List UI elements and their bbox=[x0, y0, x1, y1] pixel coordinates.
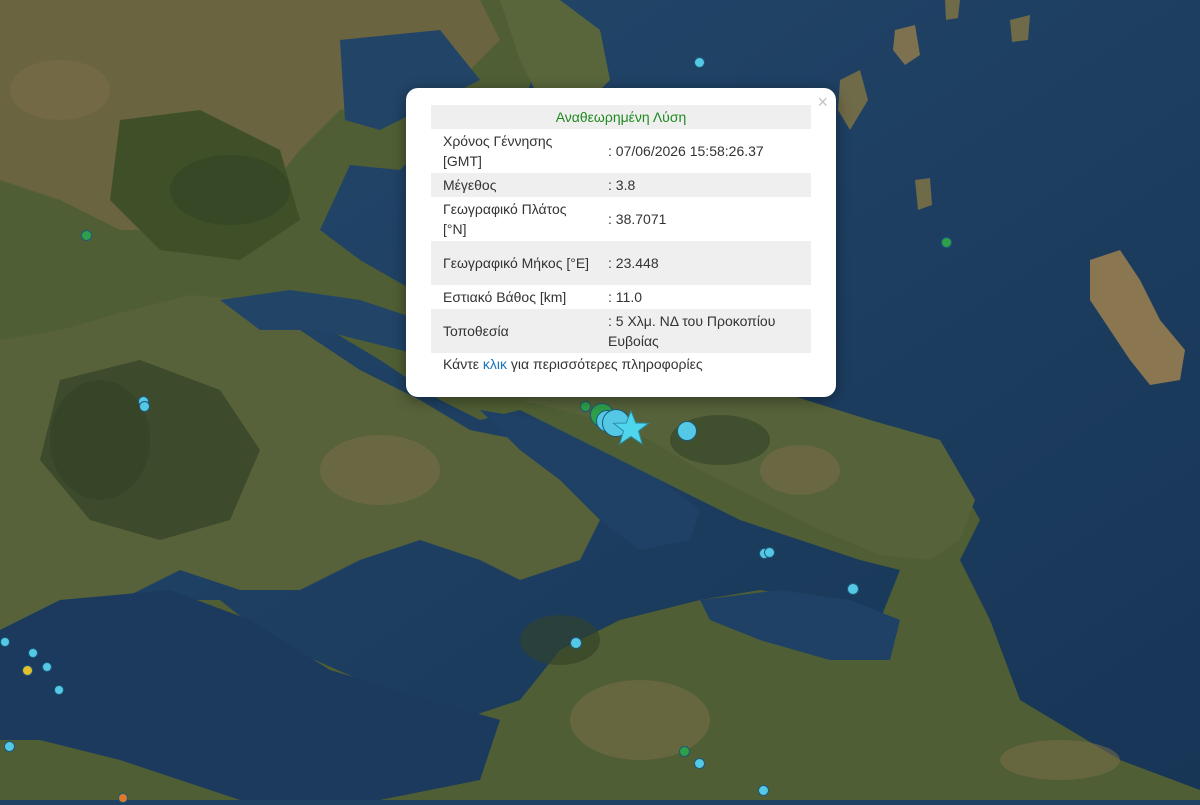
quake-marker[interactable] bbox=[118, 793, 128, 803]
table-row: Γεωγραφικό Πλάτος [°N] : 38.7071 bbox=[431, 197, 811, 241]
table-row: Τοποθεσία : 5 Χλμ. ΝΔ του Προκοπίου Ευβο… bbox=[431, 309, 811, 353]
quake-marker[interactable] bbox=[139, 401, 150, 412]
quake-marker[interactable] bbox=[764, 547, 775, 558]
quake-marker[interactable] bbox=[42, 662, 52, 672]
origin-time-value: : 07/06/2026 15:58:26.37 bbox=[608, 143, 764, 159]
table-row: Χρόνος Γέννησης [GMT] : 07/06/2026 15:58… bbox=[431, 129, 811, 173]
depth-label: Εστιακό Βάθος [km] bbox=[443, 289, 567, 305]
more-info-text: Κάντε κλικ για περισσότερες πληροφορίες bbox=[443, 356, 703, 372]
quake-marker[interactable] bbox=[580, 401, 591, 412]
depth-value: : 11.0 bbox=[608, 289, 642, 305]
magnitude-label: Μέγεθος bbox=[431, 173, 596, 197]
origin-time-label: Χρόνος Γέννησης [GMT] bbox=[443, 133, 553, 169]
quake-marker[interactable] bbox=[694, 57, 705, 68]
latitude-value: : 38.7071 bbox=[608, 211, 667, 227]
quake-marker[interactable] bbox=[28, 648, 38, 658]
location-value: : 5 Χλμ. ΝΔ του Προκοπίου Ευβοίας bbox=[596, 309, 811, 353]
longitude-value: : 23.448 bbox=[596, 241, 811, 285]
magnitude-value: : 3.8 bbox=[596, 173, 811, 197]
quake-marker[interactable] bbox=[4, 741, 15, 752]
table-row: Εστιακό Βάθος [km] : 11.0 bbox=[431, 285, 811, 309]
popup-title-row: Αναθεωρημένη Λύση bbox=[431, 105, 811, 129]
table-row: Μέγεθος : 3.8 bbox=[431, 173, 811, 197]
popup-title: Αναθεωρημένη Λύση bbox=[431, 105, 811, 129]
more-info-prefix: Κάντε bbox=[443, 356, 483, 372]
event-popup: × Αναθεωρημένη Λύση Χρόνος Γέννησης [GMT… bbox=[406, 88, 836, 397]
close-icon[interactable]: × bbox=[817, 91, 828, 113]
longitude-label: Γεωγραφικό Μήκος [°E] bbox=[431, 241, 596, 285]
more-info-suffix: για περισσότερες πληροφορίες bbox=[507, 356, 703, 372]
quake-marker[interactable] bbox=[54, 685, 64, 695]
table-row: Γεωγραφικό Μήκος [°E] : 23.448 bbox=[431, 241, 811, 285]
quake-marker[interactable] bbox=[758, 785, 769, 796]
star-icon[interactable] bbox=[612, 410, 650, 446]
quake-marker[interactable] bbox=[570, 637, 582, 649]
quake-marker[interactable] bbox=[679, 746, 690, 757]
quake-marker[interactable] bbox=[847, 583, 859, 595]
more-info-link[interactable]: κλικ bbox=[483, 356, 507, 372]
quake-marker[interactable] bbox=[677, 421, 697, 441]
latitude-label: Γεωγραφικό Πλάτος [°N] bbox=[443, 201, 567, 237]
quake-marker[interactable] bbox=[0, 637, 10, 647]
quake-marker[interactable] bbox=[81, 230, 92, 241]
quake-marker[interactable] bbox=[694, 758, 705, 769]
quake-marker[interactable] bbox=[941, 237, 952, 248]
quake-marker[interactable] bbox=[22, 665, 33, 676]
event-details-table: Αναθεωρημένη Λύση Χρόνος Γέννησης [GMT] … bbox=[431, 105, 811, 353]
location-label: Τοποθεσία bbox=[431, 309, 596, 353]
